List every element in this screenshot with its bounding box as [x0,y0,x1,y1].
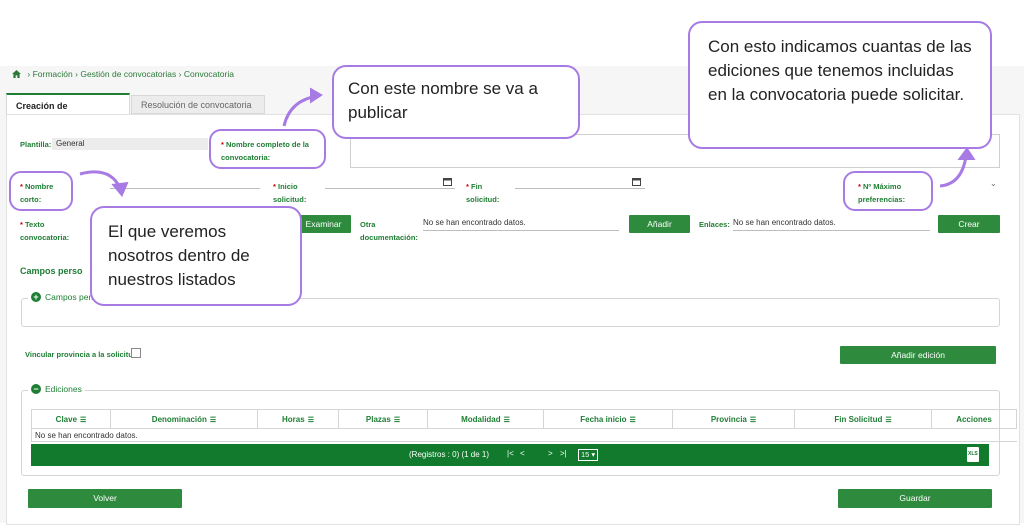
annotation-bubble-editions: Con esto indicamos cuantas de las edicio… [688,21,992,149]
annotation-bubble-short: El que veremos nosotros dentro de nuestr… [90,206,302,306]
annotation-bubble-publish: Con este nombre se va a publicar [332,65,580,139]
